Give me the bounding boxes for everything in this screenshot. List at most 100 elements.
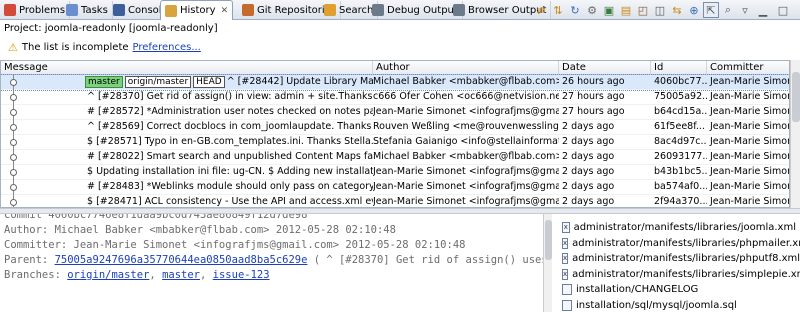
search-icon <box>324 4 336 16</box>
commit-message: # [#28022] Smart search and unpublished … <box>87 151 373 162</box>
commit-author: Jean-Marie Simonet <infografjms@gmail.co… <box>373 196 559 207</box>
scrollbar-thumb[interactable] <box>545 220 552 260</box>
xml-file-icon: x <box>562 237 569 249</box>
table-row[interactable]: # [#28022] Smart search and unpublished … <box>1 150 789 165</box>
project-filter-icon[interactable]: ◰ <box>635 2 651 18</box>
quick-access-icon[interactable]: ⌕ <box>720 2 736 18</box>
compare-mode-icon[interactable]: ⇄ <box>533 2 549 18</box>
column-header-id[interactable]: Id <box>651 61 707 75</box>
branch-link[interactable]: issue-123 <box>213 269 270 281</box>
file-item[interactable]: installation/CHANGELOG <box>562 282 796 298</box>
commit-committer: Jean-Marie Simonet <box>710 76 789 87</box>
table-row[interactable]: $ Updating installation ini file: ug-CN.… <box>1 165 789 180</box>
column-header-date[interactable]: Date <box>559 61 651 75</box>
git-repositories-icon <box>242 4 254 16</box>
file-item[interactable]: x administrator/manifests/libraries/phput… <box>562 251 800 267</box>
column-header-author[interactable]: Author <box>373 61 559 75</box>
table-row[interactable]: $ [#28471] ACL consistency - Use the API… <box>1 195 789 207</box>
branches-label: Branches: <box>4 269 68 281</box>
commit-date: 2 days ago <box>562 181 615 192</box>
commit-message: # [#28572] *Administration user notes ch… <box>87 106 373 117</box>
commit-author: Jean-Marie Simonet <infografjms@gmail.co… <box>373 166 559 177</box>
tab-label: Problems <box>19 4 66 16</box>
folder-filter-icon[interactable]: ▤ <box>618 2 634 18</box>
commit-id: ba574af0... <box>654 181 707 192</box>
tab-label: Tasks <box>81 4 108 16</box>
file-item[interactable]: x administrator/manifests/libraries/simpl… <box>562 267 800 283</box>
commit-committer: Jean-Marie Simonet <box>710 106 789 117</box>
resource-filter-icon[interactable]: ▣ <box>601 2 617 18</box>
commit-id: 8ac4d97c... <box>654 136 707 147</box>
column-header-committer[interactable]: Committer <box>707 61 789 75</box>
scrollbar-thumb[interactable] <box>792 72 800 122</box>
commit-node-icon <box>10 184 17 191</box>
commit-committer: Jean-Marie Simonet <box>710 166 789 177</box>
commit-message: ^ [#28442] Update Library Manifests. <box>226 76 373 87</box>
file-item[interactable]: x administrator/manifests/libraries/phpma… <box>562 236 800 252</box>
commit-table: Message Author Date Id Committer master o… <box>0 60 790 208</box>
tab-history[interactable]: History ✕ <box>160 0 234 20</box>
commit-date: 2 days ago <box>562 151 615 162</box>
debug-output-icon <box>372 4 384 16</box>
table-row[interactable]: ^ [#28569] Correct docblocs in com_jooml… <box>1 120 789 135</box>
commit-id: b64cd15a... <box>654 106 707 117</box>
commit-id: 75005a92... <box>654 91 707 102</box>
table-row[interactable]: # [#28483] *Weblinks module should only … <box>1 180 789 195</box>
maximize-icon[interactable]: □ <box>775 2 791 18</box>
commit-author: Jean-Marie Simonet <infografjms@gmail.co… <box>373 181 559 192</box>
file-name: installation/CHANGELOG <box>576 284 699 296</box>
filter-icon[interactable]: ⚙ <box>584 2 600 18</box>
commit-id: 2f94a370... <box>654 196 707 207</box>
commit-committer: Jean-Marie Simonet <box>710 91 789 102</box>
view-menu-icon[interactable]: ▿ <box>737 2 753 18</box>
commit-message: ^ [#28569] Correct docblocs in com_jooml… <box>87 121 373 132</box>
close-tab-icon[interactable]: ✕ <box>221 6 229 16</box>
table-row[interactable]: master origin/master HEAD ^ [#28442] Update… <box>1 74 789 91</box>
xml-file-icon: x <box>562 253 569 265</box>
commit-author: Rouven Weßling <me@rouvenwessling.de> <box>373 121 559 132</box>
commit-date: 2 days ago <box>562 196 615 207</box>
ref-label: HEAD <box>193 76 225 88</box>
ref-label: origin/master <box>124 76 192 88</box>
warning-icon: ⚠ <box>8 40 18 54</box>
minimize-icon[interactable]: ▁ <box>755 2 771 18</box>
details-scrollbar[interactable] <box>543 214 552 312</box>
commit-details-pane: commit 4060bc7746e8f1daa9bc0d743ae86849f… <box>0 214 552 312</box>
show-all-branches-icon[interactable]: ⇅ <box>550 2 566 18</box>
branch-link[interactable]: origin/master <box>67 269 149 281</box>
commit-author: c666 Ofer Cohen <oc666@netvision.net.il> <box>373 91 559 102</box>
refresh-icon[interactable]: ↻ <box>567 2 583 18</box>
commit-message: $ [#28571] Typo in en-GB.com_templates.i… <box>87 136 373 147</box>
file-name: administrator/manifests/libraries/phpmai… <box>572 237 800 249</box>
commit-node-icon <box>10 79 17 86</box>
ref-label: master <box>85 76 123 88</box>
commit-node-icon <box>10 139 17 146</box>
commit-committer: Jean-Marie Simonet <box>710 196 789 207</box>
commit-date: 26 hours ago <box>562 76 625 87</box>
file-item[interactable]: installation/sql/mysql/joomla.sql <box>562 298 796 312</box>
tab-problems[interactable]: Problems <box>0 1 71 19</box>
xml-file-icon: x <box>562 222 570 234</box>
commit-author: Jean-Marie Simonet <infografjms@gmail.co… <box>373 106 559 117</box>
table-scrollbar[interactable] <box>790 60 800 208</box>
branch-link[interactable]: master <box>162 269 200 281</box>
pin-icon[interactable]: ⊕ <box>686 2 702 18</box>
table-row[interactable]: ^ [#28370] Get rid of assign() in view: … <box>1 90 789 105</box>
repository-filter-icon[interactable]: ◫ <box>652 2 668 18</box>
commit-committer: Jean-Marie Simonet <box>710 181 789 192</box>
file-name: administrator/manifests/libraries/phputf… <box>572 253 800 265</box>
tasks-icon <box>66 4 78 16</box>
preferences-link[interactable]: Preferences... <box>133 42 201 53</box>
column-header-message[interactable]: Message <box>1 61 373 75</box>
commit-node-icon <box>10 124 17 131</box>
file-item[interactable]: x administrator/manifests/libraries/jooml… <box>562 220 796 236</box>
file-name: administrator/manifests/libraries/joomla… <box>573 222 796 234</box>
parent-commit-link[interactable]: 75005a9247696a35770644ea0850aad8ba5c629e <box>55 254 308 266</box>
tab-tasks[interactable]: Tasks <box>62 1 113 19</box>
link-with-selection-icon[interactable]: ⇆ <box>669 2 685 18</box>
commit-author: Stefania Gaianigo <info@stellainformatic… <box>373 136 559 147</box>
table-row[interactable]: # [#28572] *Administration user notes ch… <box>1 105 789 120</box>
link-with-editor-icon[interactable]: ⇱ <box>703 2 719 18</box>
commit-id: b43b1bc5... <box>654 166 707 177</box>
table-row[interactable]: $ [#28571] Typo in en-GB.com_templates.i… <box>1 135 789 150</box>
